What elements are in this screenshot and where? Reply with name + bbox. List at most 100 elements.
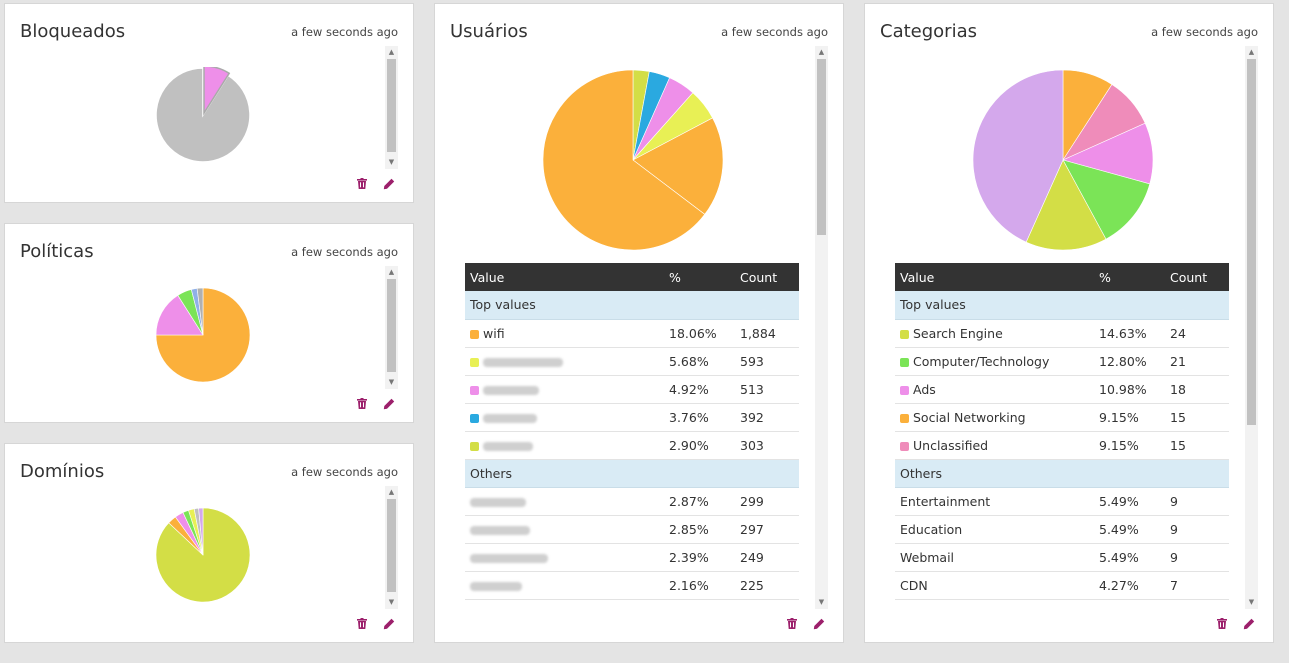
pencil-icon[interactable] bbox=[382, 177, 395, 190]
row-percent: 4.27% bbox=[1094, 571, 1165, 600]
scroll-up-icon[interactable]: ▲ bbox=[385, 46, 398, 59]
table-row[interactable]: Ads 10.98% 18 bbox=[895, 375, 1229, 404]
row-value: Computer/Technology bbox=[913, 353, 1050, 369]
legend-swatch bbox=[470, 413, 479, 423]
scrollbar[interactable]: ▲ ▼ bbox=[385, 486, 398, 609]
legend-swatch bbox=[900, 413, 909, 423]
pie-chart bbox=[542, 69, 724, 251]
row-value: Search Engine bbox=[913, 325, 1003, 341]
pie-chart bbox=[972, 69, 1154, 251]
pencil-icon[interactable] bbox=[382, 617, 395, 630]
scroll-thumb[interactable] bbox=[1247, 59, 1256, 425]
pencil-icon[interactable] bbox=[1242, 617, 1255, 630]
row-count: 225 bbox=[735, 571, 799, 600]
legend-swatch bbox=[900, 441, 909, 451]
scrollbar[interactable]: ▲ ▼ bbox=[385, 266, 398, 389]
row-percent: 12.80% bbox=[1094, 347, 1165, 376]
table-row[interactable]: wifi 18.06% 1,884 bbox=[465, 319, 799, 348]
row-count: 7 bbox=[1165, 571, 1229, 600]
trash-icon[interactable] bbox=[355, 397, 368, 410]
table-row[interactable]: 4.92% 513 bbox=[465, 375, 799, 404]
scroll-thumb[interactable] bbox=[387, 279, 396, 372]
group-row-others: Others bbox=[895, 459, 1229, 488]
scrollbar[interactable]: ▲ ▼ bbox=[1245, 46, 1258, 609]
table-row[interactable]: 2.85% 297 bbox=[465, 515, 799, 544]
table-row[interactable]: 5.68% 593 bbox=[465, 347, 799, 376]
trash-icon[interactable] bbox=[355, 177, 368, 190]
row-count: 15 bbox=[1165, 431, 1229, 460]
panel-bloqueados: Bloqueados a few seconds ago ▲ ▼ bbox=[4, 3, 414, 203]
scrollbar[interactable]: ▲ ▼ bbox=[385, 46, 398, 169]
pie-chart bbox=[155, 507, 251, 603]
table-row[interactable]: Search Engine 14.63% 24 bbox=[895, 319, 1229, 348]
row-percent: 14.63% bbox=[1094, 319, 1165, 348]
pencil-icon[interactable] bbox=[812, 617, 825, 630]
pencil-icon[interactable] bbox=[382, 397, 395, 410]
row-percent: 3.76% bbox=[664, 403, 735, 432]
scroll-thumb[interactable] bbox=[387, 59, 396, 152]
scroll-down-icon[interactable]: ▼ bbox=[385, 376, 398, 389]
group-row-top-values: Top values bbox=[895, 291, 1229, 320]
scroll-thumb[interactable] bbox=[817, 59, 826, 235]
legend-swatch bbox=[470, 385, 479, 395]
legend-swatch bbox=[900, 357, 909, 367]
row-percent: 10.98% bbox=[1094, 375, 1165, 404]
trash-icon[interactable] bbox=[1215, 617, 1228, 630]
table-header-row: Value % Count bbox=[465, 263, 799, 291]
row-count: 593 bbox=[735, 347, 799, 376]
scroll-thumb[interactable] bbox=[387, 499, 396, 592]
panel-actions bbox=[355, 617, 395, 630]
trash-icon[interactable] bbox=[785, 617, 798, 630]
pie-slice[interactable] bbox=[155, 67, 251, 163]
row-percent: 18.06% bbox=[664, 319, 735, 348]
row-count: 513 bbox=[735, 375, 799, 404]
row-percent: 5.68% bbox=[664, 347, 735, 376]
group-row-top-values: Top values bbox=[465, 291, 799, 320]
table-row[interactable]: Computer/Technology 12.80% 21 bbox=[895, 347, 1229, 376]
column-header-value[interactable]: Value bbox=[895, 263, 1094, 291]
table-row[interactable]: CDN 4.27% 7 bbox=[895, 571, 1229, 600]
scroll-up-icon[interactable]: ▲ bbox=[815, 46, 828, 59]
scrollbar[interactable]: ▲ ▼ bbox=[815, 46, 828, 609]
row-percent: 2.85% bbox=[664, 515, 735, 544]
scroll-up-icon[interactable]: ▲ bbox=[1245, 46, 1258, 59]
trash-icon[interactable] bbox=[355, 617, 368, 630]
table-row[interactable]: Unclassified 9.15% 15 bbox=[895, 431, 1229, 460]
values-table: Value % Count Top values Search Engine 14… bbox=[895, 263, 1229, 600]
table-row[interactable]: Webmail 5.49% 9 bbox=[895, 543, 1229, 572]
row-percent: 5.49% bbox=[1094, 487, 1165, 516]
row-percent: 9.15% bbox=[1094, 403, 1165, 432]
row-count: 9 bbox=[1165, 487, 1229, 516]
column-header-percent[interactable]: % bbox=[1094, 263, 1165, 291]
table-row[interactable]: 2.39% 249 bbox=[465, 543, 799, 572]
column-header-percent[interactable]: % bbox=[664, 263, 735, 291]
panel-dominios: Domínios a few seconds ago ▲ ▼ bbox=[4, 443, 414, 643]
row-percent: 2.39% bbox=[664, 543, 735, 572]
table-row[interactable]: 2.90% 303 bbox=[465, 431, 799, 460]
row-count: 24 bbox=[1165, 319, 1229, 348]
panel-title: Categorias bbox=[880, 21, 977, 42]
column-header-count[interactable]: Count bbox=[735, 263, 799, 291]
scroll-down-icon[interactable]: ▼ bbox=[385, 156, 398, 169]
pie-chart bbox=[155, 287, 251, 383]
row-count: 297 bbox=[735, 515, 799, 544]
table-row[interactable]: Education 5.49% 9 bbox=[895, 515, 1229, 544]
scroll-down-icon[interactable]: ▼ bbox=[385, 596, 398, 609]
scroll-up-icon[interactable]: ▲ bbox=[385, 266, 398, 279]
legend-swatch bbox=[900, 329, 909, 339]
table-row[interactable]: 2.16% 225 bbox=[465, 571, 799, 600]
column-header-value[interactable]: Value bbox=[465, 263, 664, 291]
panel-timestamp: a few seconds ago bbox=[291, 245, 398, 259]
table-row[interactable]: 2.87% 299 bbox=[465, 487, 799, 516]
table-header-row: Value % Count bbox=[895, 263, 1229, 291]
scroll-down-icon[interactable]: ▼ bbox=[815, 596, 828, 609]
row-percent: 9.15% bbox=[1094, 431, 1165, 460]
table-row[interactable]: Entertainment 5.49% 9 bbox=[895, 487, 1229, 516]
panel-title: Bloqueados bbox=[20, 21, 126, 42]
table-row[interactable]: Social Networking 9.15% 15 bbox=[895, 403, 1229, 432]
scroll-down-icon[interactable]: ▼ bbox=[1245, 596, 1258, 609]
scroll-up-icon[interactable]: ▲ bbox=[385, 486, 398, 499]
column-header-count[interactable]: Count bbox=[1165, 263, 1229, 291]
table-row[interactable]: 3.76% 392 bbox=[465, 403, 799, 432]
row-count: 299 bbox=[735, 487, 799, 516]
